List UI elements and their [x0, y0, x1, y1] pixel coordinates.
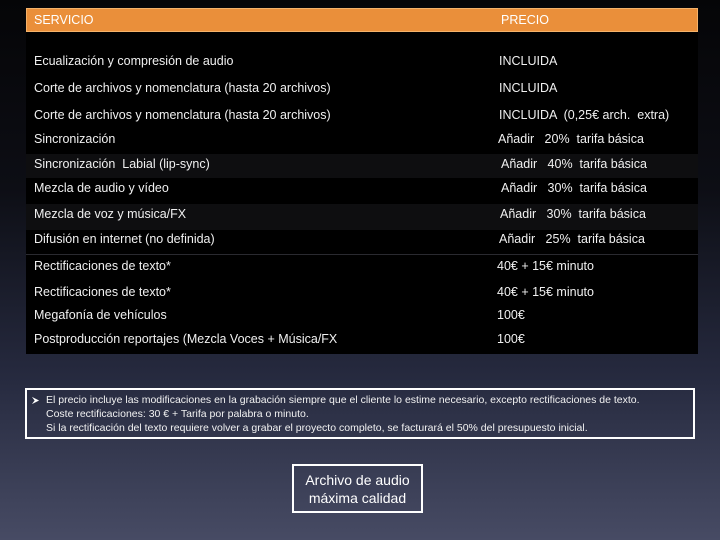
price-cell: INCLUIDA [499, 81, 558, 95]
conditions-note: El precio incluye las modificaciones en … [25, 388, 695, 439]
header-price: PRECIO [501, 13, 549, 27]
price-cell: Añadir 20% tarifa básica [498, 132, 644, 146]
table-row: Mezcla de voz y música/FX Añadir 30% tar… [26, 204, 698, 230]
service-cell: Corte de archivos y nomenclatura (hasta … [34, 81, 331, 95]
table-row: Mezcla de audio y vídeo Añadir 30% tarif… [26, 181, 698, 201]
table-row: Difusión en internet (no definida) Añadi… [26, 232, 698, 252]
table-row: Sincronización Labial (lip-sync) Añadir … [26, 154, 698, 178]
table-header: SERVICIO PRECIO [26, 8, 698, 32]
price-cell: Añadir 30% tarifa básica [501, 181, 647, 195]
note-line: Si la rectificación del texto requiere v… [46, 422, 588, 434]
price-cell: 40€ + 15€ minuto [497, 285, 594, 299]
price-cell: Añadir 40% tarifa básica [501, 157, 647, 171]
service-cell: Mezcla de audio y vídeo [34, 181, 169, 195]
service-cell: Postproducción reportajes (Mezcla Voces … [34, 332, 338, 346]
service-cell: Sincronización [34, 132, 116, 146]
service-cell: Megafonía de vehículos [34, 308, 167, 322]
header-service: SERVICIO [34, 13, 94, 27]
table-row: Corte de archivos y nomenclatura (hasta … [26, 81, 698, 101]
service-cell: Sincronización Labial (lip-sync) [34, 157, 210, 171]
price-cell: 40€ + 15€ minuto [497, 259, 594, 273]
service-cell: Rectificaciones de texto* [34, 285, 171, 299]
service-cell: Mezcla de voz y música/FX [34, 207, 187, 221]
price-cell: INCLUIDA [499, 54, 558, 68]
price-cell: Añadir 30% tarifa básica [500, 207, 646, 221]
price-cell: Añadir 25% tarifa básica [499, 232, 645, 246]
note-line: El precio incluye las modificaciones en … [46, 394, 640, 406]
service-cell: Corte de archivos y nomenclatura (hasta … [34, 108, 331, 122]
table-row: Ecualización y compresión de audio INCLU… [26, 54, 698, 74]
price-cell: INCLUIDA (0,25€ arch. extra) [499, 108, 670, 122]
table-row: Rectificaciones de texto* 40€ + 15€ minu… [26, 259, 698, 279]
badge-line-1: Archivo de audio [305, 472, 410, 488]
table-row: Postproducción reportajes (Mezcla Voces … [26, 332, 698, 352]
price-cell: 100€ [497, 332, 525, 346]
table-row: Sincronización Añadir 20% tarifa básica [26, 132, 698, 152]
service-cell: Difusión en internet (no definida) [34, 232, 215, 246]
pricing-table: SERVICIO PRECIO Ecualización y compresió… [26, 8, 698, 354]
price-cell: 100€ [497, 308, 525, 322]
service-cell: Rectificaciones de texto* [34, 259, 171, 273]
note-line: Coste rectificaciones: 30 € + Tarifa por… [46, 408, 309, 420]
audio-quality-badge: Archivo de audio máxima calidad [292, 464, 423, 513]
service-cell: Ecualización y compresión de audio [34, 54, 234, 68]
badge-line-2: máxima calidad [308, 490, 407, 506]
arrowhead-bullet-icon [31, 396, 40, 407]
table-row: Corte de archivos y nomenclatura (hasta … [26, 108, 698, 128]
table-row: Rectificaciones de texto* 40€ + 15€ minu… [26, 285, 698, 305]
row-divider [26, 254, 698, 255]
table-row: Megafonía de vehículos 100€ [26, 308, 698, 328]
